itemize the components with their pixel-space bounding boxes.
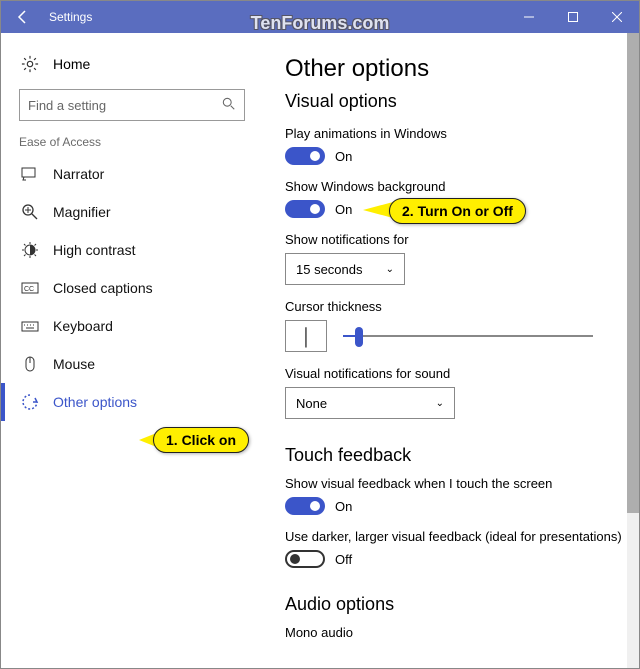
nav-keyboard[interactable]: Keyboard [19,307,265,345]
notifications-label: Show notifications for [285,232,639,247]
home-label: Home [53,56,90,72]
nav-label: Closed captions [53,280,153,296]
callout-1: 1. Click on [153,427,249,453]
contrast-icon [21,241,39,259]
nav-closed-captions[interactable]: CC Closed captions [19,269,265,307]
nav-label: Other options [53,394,137,410]
touch-feedback-label: Show visual feedback when I touch the sc… [285,476,639,491]
notifications-select[interactable]: 15 seconds ⌄ [285,253,405,285]
gear-icon [21,55,39,73]
darker-feedback-state: Off [335,552,352,567]
back-button[interactable] [1,1,45,33]
visual-notif-value: None [296,396,327,411]
mono-audio-label: Mono audio [285,625,639,640]
visual-notif-select[interactable]: None ⌄ [285,387,455,419]
page-title: Other options [285,55,639,83]
nav-label: High contrast [53,242,135,258]
search-placeholder: Find a setting [28,98,106,113]
scrollbar-thumb[interactable] [627,33,639,513]
chevron-down-icon: ⌄ [386,264,394,275]
play-animations-toggle[interactable] [285,147,325,165]
nav-narrator[interactable]: Narrator [19,155,265,193]
nav-magnifier[interactable]: Magnifier [19,193,265,231]
nav-label: Narrator [53,166,104,182]
window-title: Settings [49,10,92,24]
section-visual: Visual options [285,91,639,112]
nav-group-label: Ease of Access [19,135,265,149]
visual-notif-label: Visual notifications for sound [285,366,639,381]
search-input[interactable]: Find a setting [19,89,245,121]
keyboard-icon [21,317,39,335]
nav-mouse[interactable]: Mouse [19,345,265,383]
mouse-icon [21,355,39,373]
touch-feedback-state: On [335,499,352,514]
selection-indicator [1,383,5,421]
cursor-thickness-slider[interactable] [343,324,593,348]
play-animations-label: Play animations in Windows [285,126,639,141]
svg-text:CC: CC [24,286,34,293]
section-touch: Touch feedback [285,445,639,466]
play-animations-state: On [335,149,352,164]
section-audio: Audio options [285,594,639,615]
close-button[interactable] [595,1,639,33]
magnifier-icon [21,203,39,221]
darker-feedback-toggle[interactable] [285,550,325,568]
nav-high-contrast[interactable]: High contrast [19,231,265,269]
cursor-preview: | [285,320,327,352]
nav-label: Magnifier [53,204,111,220]
chevron-down-icon: ⌄ [436,398,444,409]
home-nav[interactable]: Home [19,45,265,83]
maximize-button[interactable] [551,1,595,33]
other-options-icon [21,393,39,411]
callout-2: 2. Turn On or Off [389,198,526,224]
narrator-icon [21,165,39,183]
show-background-state: On [335,202,352,217]
darker-feedback-label: Use darker, larger visual feedback (idea… [285,529,639,544]
minimize-button[interactable] [507,1,551,33]
show-background-label: Show Windows background [285,179,639,194]
search-icon [222,97,236,114]
notifications-value: 15 seconds [296,262,363,277]
show-background-toggle[interactable] [285,200,325,218]
touch-feedback-toggle[interactable] [285,497,325,515]
nav-label: Keyboard [53,318,113,334]
cc-icon: CC [21,279,39,297]
nav-label: Mouse [53,356,95,372]
cursor-label: Cursor thickness [285,299,639,314]
nav-other-options[interactable]: Other options [19,383,265,421]
